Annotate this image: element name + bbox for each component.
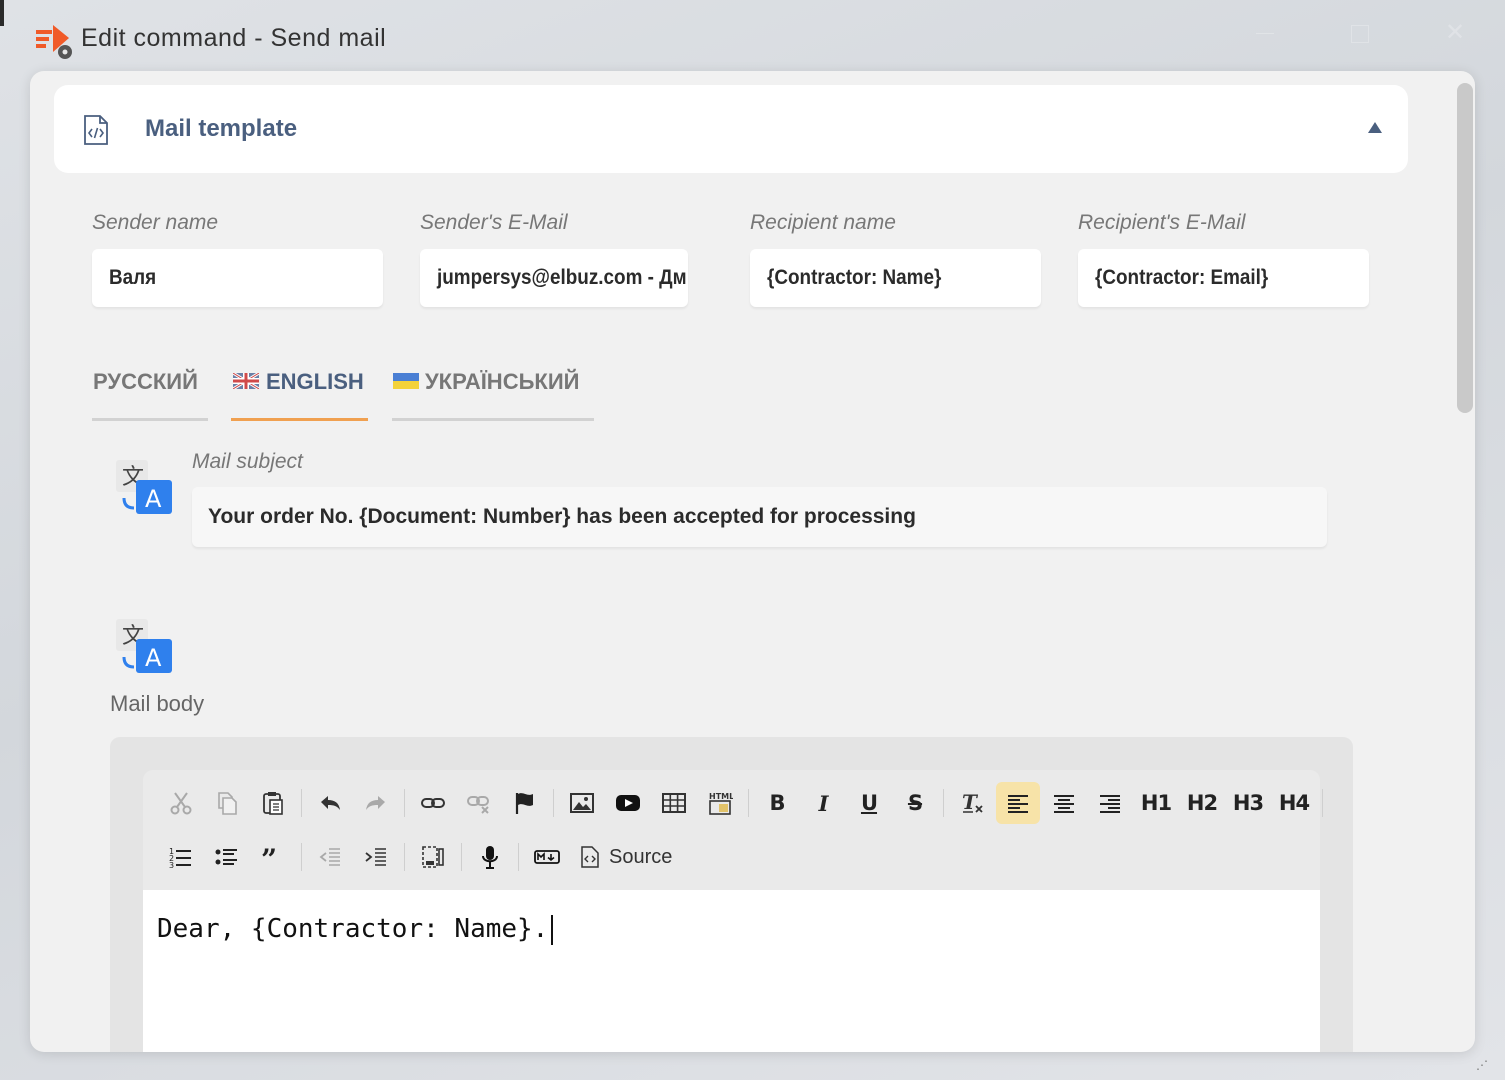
rich-text-editor: HTML B I U S T H1 H2 H3 H4 1 2 3 ” Sourc… [110, 737, 1353, 1052]
source-file-icon [581, 846, 599, 868]
mail-template-header[interactable]: Mail template [54, 85, 1408, 173]
title-bar: Edit command - Send mail ✕ [0, 0, 1505, 70]
image-icon[interactable] [560, 782, 604, 824]
triangle-up-icon[interactable] [1364, 119, 1386, 137]
editor-toolbar: HTML B I U S T H1 H2 H3 H4 1 2 3 ” Sourc… [143, 770, 1323, 890]
toolbar-row-2: 123 ” Source [159, 834, 680, 880]
toolbar-separator [301, 789, 302, 817]
svg-text:3: 3 [169, 861, 174, 870]
uk-flag-icon [233, 373, 259, 389]
toolbar-separator [461, 843, 462, 871]
bold-icon[interactable]: B [755, 782, 799, 824]
indent-icon[interactable] [354, 836, 398, 878]
sender-email-label: Sender's E-Mail [420, 211, 568, 234]
editor-content-line: Dear, {Contractor: Name}. [157, 914, 554, 945]
source-button-label: Source [609, 845, 673, 868]
text-caret [551, 914, 554, 945]
mail-body-label: Mail body [110, 691, 205, 716]
recipient-email-label: Recipient's E-Mail [1078, 211, 1246, 234]
minimize-icon[interactable] [1250, 18, 1280, 48]
ukraine-flag-icon [393, 373, 419, 389]
copy-icon[interactable] [205, 782, 249, 824]
svg-text:”: ” [261, 844, 277, 870]
heading-4-button[interactable]: H4 [1272, 782, 1316, 824]
redo-icon[interactable] [354, 782, 398, 824]
mail-subject-field[interactable]: Your order No. {Document: Number} has be… [192, 487, 1327, 547]
window-title: Edit command - Send mail [81, 24, 387, 52]
unlink-icon[interactable] [457, 782, 501, 824]
microphone-icon[interactable] [468, 836, 512, 878]
sender-email-select[interactable]: jumpersys@elbuz.com - Дм [420, 249, 688, 307]
align-right-icon[interactable] [1088, 782, 1132, 824]
toolbar-separator [553, 789, 554, 817]
toolbar-separator [518, 843, 519, 871]
svg-text:A: A [145, 485, 162, 513]
sender-name-field[interactable]: Валя [92, 249, 383, 307]
toolbar-separator [748, 789, 749, 817]
numbered-list-icon[interactable]: 123 [159, 836, 203, 878]
recipient-name-label: Recipient name [750, 211, 896, 234]
tab-english[interactable]: ENGLISH [231, 365, 368, 421]
editor-content-area[interactable]: Dear, {Contractor: Name}. [143, 890, 1320, 1052]
align-center-icon[interactable] [1042, 782, 1086, 824]
recipient-email-field[interactable]: {Contractor: Email} [1078, 249, 1369, 307]
toolbar-separator [1322, 789, 1323, 817]
video-icon[interactable] [606, 782, 650, 824]
align-left-icon[interactable] [996, 782, 1040, 824]
toolbar-separator [404, 789, 405, 817]
toolbar-separator [301, 843, 302, 871]
svg-text:A: A [145, 644, 162, 672]
mail-template-title: Mail template [145, 115, 298, 142]
anchor-flag-icon[interactable] [503, 782, 547, 824]
close-icon[interactable]: ✕ [1440, 18, 1470, 48]
heading-2-button[interactable]: H2 [1180, 782, 1224, 824]
toolbar-separator [943, 789, 944, 817]
undo-icon[interactable] [308, 782, 352, 824]
cut-icon[interactable] [159, 782, 203, 824]
remove-format-icon[interactable]: T [950, 782, 994, 824]
resize-grip-icon[interactable]: ⋰ [1476, 1058, 1496, 1076]
table-icon[interactable] [652, 782, 696, 824]
mail-subject-label: Mail subject [192, 450, 303, 473]
translate-icon[interactable]: 文 A [114, 458, 174, 518]
recipient-name-value: {Contractor: Name} [767, 266, 942, 289]
translate-icon[interactable]: 文 A [114, 617, 174, 677]
maximize-icon[interactable] [1344, 18, 1374, 48]
blockquote-icon[interactable]: ” [251, 836, 295, 878]
tab-russian[interactable]: РУССКИЙ [92, 365, 208, 421]
sender-name-label: Sender name [92, 211, 219, 234]
underline-icon[interactable]: U [847, 782, 891, 824]
app-send-command-icon [36, 25, 72, 59]
edit-command-dialog: Mail template Sender name Sender's E-Mai… [30, 71, 1475, 1052]
svg-text:HTML: HTML [709, 792, 733, 801]
toolbar-separator [404, 843, 405, 871]
sender-name-value: Валя [109, 266, 157, 289]
show-blocks-icon[interactable] [411, 836, 455, 878]
outdent-icon[interactable] [308, 836, 352, 878]
tab-ukrainian-label: УКРАЇНСЬКИЙ [425, 369, 580, 394]
tab-english-label: ENGLISH [266, 369, 364, 394]
recipient-email-value: {Contractor: Email} [1095, 266, 1269, 289]
strikethrough-icon[interactable]: S [893, 782, 937, 824]
paste-icon[interactable] [251, 782, 295, 824]
tab-russian-label: РУССКИЙ [93, 369, 198, 394]
markdown-icon[interactable] [525, 836, 569, 878]
heading-3-button[interactable]: H3 [1226, 782, 1270, 824]
mail-subject-value: Your order No. {Document: Number} has be… [208, 505, 916, 528]
html-snippet-icon[interactable]: HTML [698, 782, 742, 824]
bulleted-list-icon[interactable] [205, 836, 249, 878]
tab-ukrainian[interactable]: УКРАЇНСЬКИЙ [392, 365, 594, 421]
link-icon[interactable] [411, 782, 455, 824]
editor-content-text: Dear, {Contractor: Name}. [157, 914, 549, 944]
italic-icon[interactable]: I [801, 782, 845, 824]
vertical-scrollbar[interactable] [1457, 83, 1473, 413]
source-button[interactable]: Source [571, 836, 680, 878]
code-file-icon [84, 115, 108, 145]
heading-1-button[interactable]: H1 [1134, 782, 1178, 824]
sender-email-value: jumpersys@elbuz.com - Дм [437, 266, 687, 289]
recipient-name-field[interactable]: {Contractor: Name} [750, 249, 1041, 307]
toolbar-row-1: HTML B I U S T H1 H2 H3 H4 [159, 780, 1329, 826]
